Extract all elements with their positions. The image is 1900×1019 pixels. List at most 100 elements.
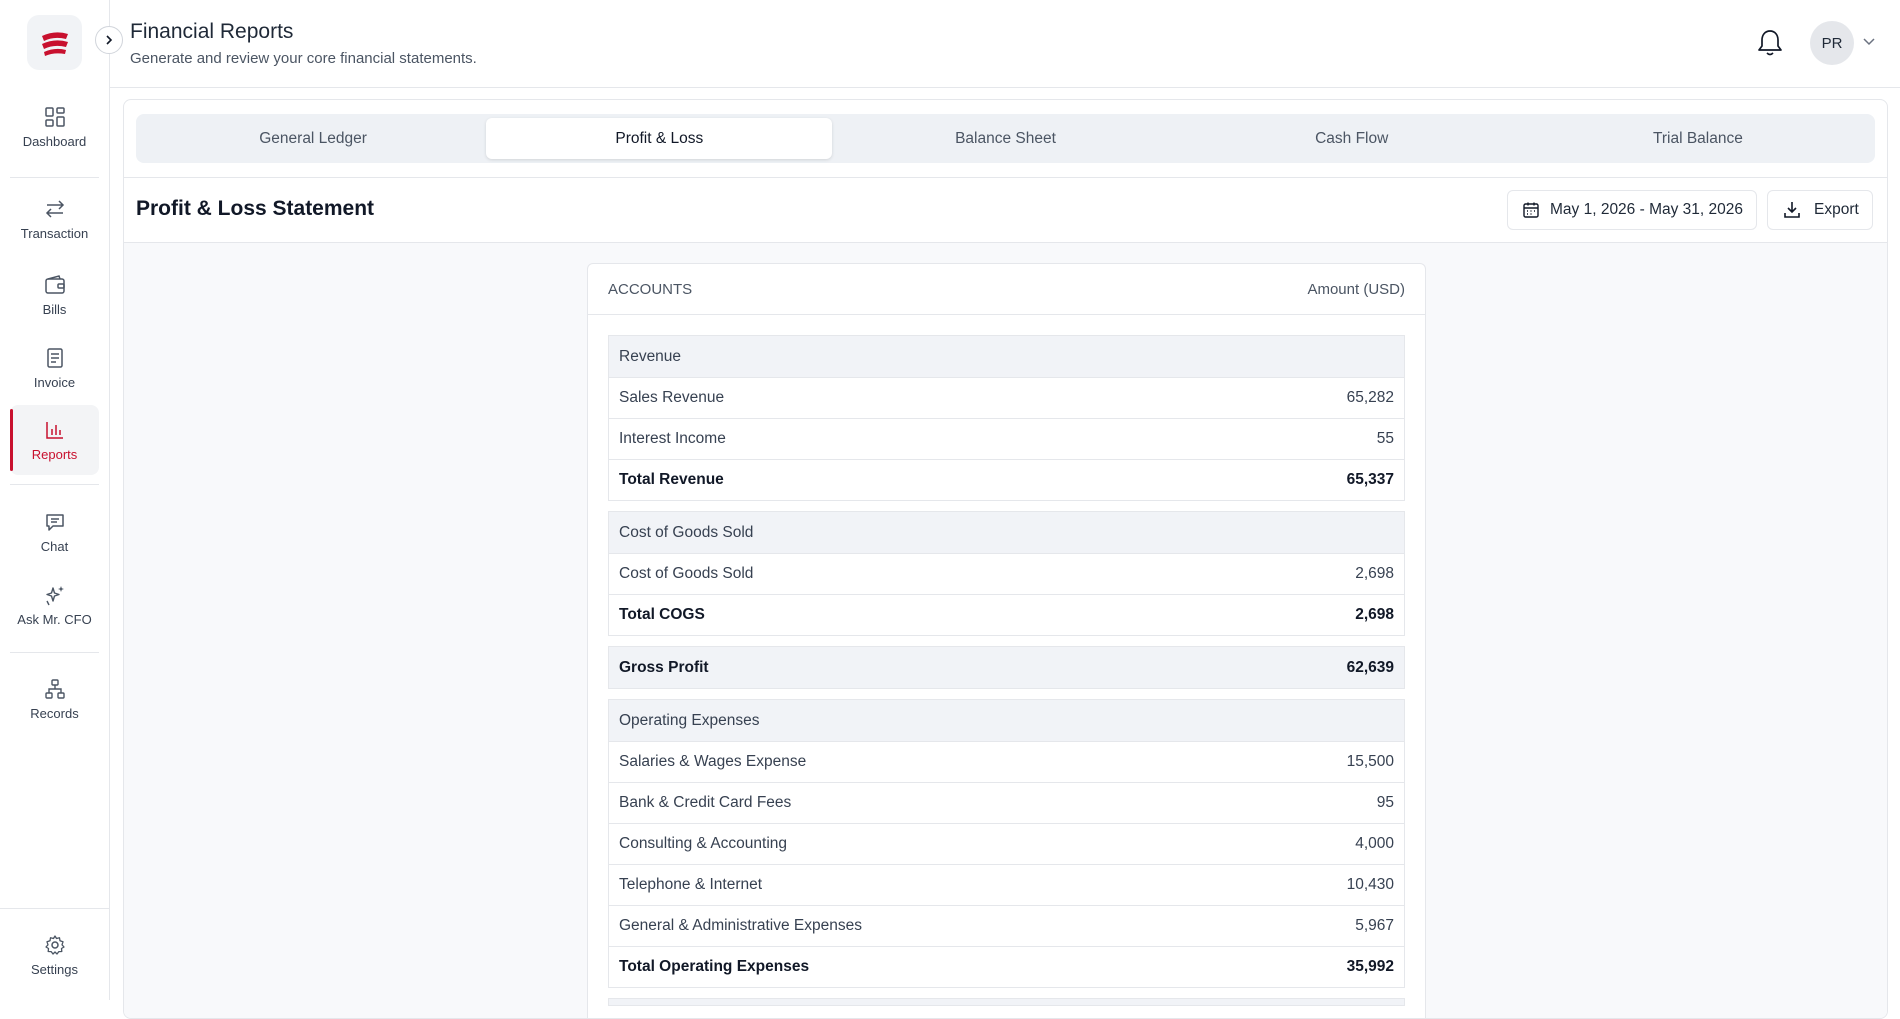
account-name: Cost of Goods Sold xyxy=(619,565,754,582)
table-row[interactable]: Interest Income 55 xyxy=(609,418,1404,459)
sidebar-item-label: Ask Mr. CFO xyxy=(17,611,92,627)
grid-icon xyxy=(44,106,65,127)
table-row[interactable]: General & Administrative Expenses 5,967 xyxy=(609,905,1404,946)
sidebar-item-reports[interactable]: Reports xyxy=(10,405,99,475)
total-label: Total Operating Expenses xyxy=(619,958,810,975)
tab-general-ledger[interactable]: General Ledger xyxy=(140,118,486,159)
account-amount: 65,282 xyxy=(1346,389,1394,406)
divider xyxy=(124,177,1887,178)
arrows-swap-icon xyxy=(45,199,64,218)
section-title: Cost of Goods Sold xyxy=(619,523,754,541)
cogs-section: Cost of Goods Sold Cost of Goods Sold 2,… xyxy=(608,511,1405,636)
table-row[interactable]: Sales Revenue 65,282 xyxy=(609,377,1404,418)
account-name: Salaries & Wages Expense xyxy=(619,753,807,770)
account-amount: 55 xyxy=(1376,430,1394,447)
section-header: Cost of Goods Sold xyxy=(609,512,1404,553)
sidebar-item-label: Bills xyxy=(42,301,67,317)
logo-icon xyxy=(41,31,68,56)
gross-profit-amount: 62,639 xyxy=(1346,658,1394,676)
operating-expenses-section: Operating Expenses Salaries & Wages Expe… xyxy=(608,699,1405,988)
total-amount: 65,337 xyxy=(1346,471,1394,488)
wallet-icon xyxy=(44,274,65,294)
notifications-button[interactable] xyxy=(1756,28,1784,63)
download-icon xyxy=(1784,202,1800,218)
sidebar-item-ask-mr-cfo[interactable]: Ask Mr. CFO xyxy=(10,570,99,640)
column-header-accounts: ACCOUNTS xyxy=(608,280,693,298)
sidebar-item-label: Records xyxy=(30,705,79,721)
sidebar-divider xyxy=(0,908,110,909)
gear-icon xyxy=(44,934,65,955)
account-name: Interest Income xyxy=(619,430,726,447)
page-subtitle: Generate and review your core financial … xyxy=(130,50,477,67)
sidebar: Dashboard Transaction Bills Invoice Repo… xyxy=(0,0,123,1000)
account-amount: 2,698 xyxy=(1355,565,1394,582)
table-header: ACCOUNTS Amount (USD) xyxy=(588,264,1425,315)
section-title: Revenue xyxy=(619,347,682,365)
gross-profit-row: Gross Profit 62,639 xyxy=(609,647,1404,688)
total-row: Total Operating Expenses 35,992 xyxy=(609,946,1404,987)
sidebar-item-settings[interactable]: Settings xyxy=(10,920,99,990)
tab-trial-balance[interactable]: Trial Balance xyxy=(1525,118,1871,159)
top-header: Financial Reports Generate and review yo… xyxy=(110,0,1900,88)
sparkles-icon xyxy=(45,585,64,605)
export-button[interactable]: Export xyxy=(1767,190,1873,230)
sidebar-item-invoice[interactable]: Invoice xyxy=(10,333,99,403)
sidebar-divider xyxy=(10,484,99,485)
sidebar-item-dashboard[interactable]: Dashboard xyxy=(10,92,99,162)
section-header: Operating Expenses xyxy=(609,700,1404,741)
sidebar-item-bills[interactable]: Bills xyxy=(10,260,99,330)
total-label: Total Revenue xyxy=(619,471,724,488)
sidebar-divider xyxy=(10,177,99,178)
statement-title: Profit & Loss Statement xyxy=(136,197,375,220)
gross-profit-label: Gross Profit xyxy=(619,658,709,676)
tab-balance-sheet[interactable]: Balance Sheet xyxy=(832,118,1178,159)
column-header-amount: Amount (USD) xyxy=(1307,280,1405,298)
account-name: Bank & Credit Card Fees xyxy=(619,794,792,811)
account-name: Consulting & Accounting xyxy=(619,835,788,852)
account-amount: 5,967 xyxy=(1355,917,1394,934)
sidebar-item-label: Chat xyxy=(40,538,69,554)
avatar-initials: PR xyxy=(1821,34,1843,52)
reports-card: General Ledger Profit & Loss Balance She… xyxy=(123,99,1888,1019)
chevron-right-icon xyxy=(106,35,113,45)
tab-profit-and-loss[interactable]: Profit & Loss xyxy=(486,118,833,159)
account-amount: 4,000 xyxy=(1355,835,1394,852)
revenue-section: Revenue Sales Revenue 65,282 Interest In… xyxy=(608,335,1405,501)
total-row: Total COGS 2,698 xyxy=(609,594,1404,635)
total-label: Total COGS xyxy=(619,606,705,623)
gross-profit-section: Gross Profit 62,639 xyxy=(608,646,1405,689)
account-menu-toggle[interactable] xyxy=(1862,34,1876,53)
hierarchy-icon xyxy=(44,678,65,699)
tab-cash-flow[interactable]: Cash Flow xyxy=(1179,118,1525,159)
next-section-partial xyxy=(608,998,1405,1006)
sidebar-expand-button[interactable] xyxy=(95,26,123,54)
sidebar-divider xyxy=(10,652,99,653)
table-row[interactable]: Salaries & Wages Expense 15,500 xyxy=(609,741,1404,782)
sidebar-item-chat[interactable]: Chat xyxy=(10,497,99,567)
document-icon xyxy=(46,347,63,368)
total-amount: 35,992 xyxy=(1346,958,1394,975)
section-title: Operating Expenses xyxy=(619,711,760,729)
account-name: Sales Revenue xyxy=(619,389,725,406)
account-amount: 95 xyxy=(1376,794,1394,811)
sidebar-item-transaction[interactable]: Transaction xyxy=(10,184,99,254)
report-tabs: General Ledger Profit & Loss Balance She… xyxy=(136,114,1875,163)
bar-chart-icon xyxy=(45,421,63,439)
table-row[interactable]: Bank & Credit Card Fees 95 xyxy=(609,782,1404,823)
table-row[interactable]: Cost of Goods Sold 2,698 xyxy=(609,553,1404,594)
app-logo[interactable] xyxy=(27,15,82,70)
total-row: Total Revenue 65,337 xyxy=(609,459,1404,500)
table-row[interactable]: Consulting & Accounting 4,000 xyxy=(609,823,1404,864)
calendar-icon xyxy=(1523,202,1539,218)
account-name: Telephone & Internet xyxy=(619,876,763,893)
date-range-label: May 1, 2026 - May 31, 2026 xyxy=(1550,201,1744,218)
chat-icon xyxy=(45,513,64,531)
table-row[interactable]: Telephone & Internet 10,430 xyxy=(609,864,1404,905)
account-amount: 10,430 xyxy=(1346,876,1394,893)
sidebar-item-records[interactable]: Records xyxy=(10,664,99,734)
total-amount: 2,698 xyxy=(1355,606,1394,623)
date-range-picker[interactable]: May 1, 2026 - May 31, 2026 xyxy=(1507,190,1757,230)
avatar[interactable]: PR xyxy=(1810,21,1854,65)
sidebar-item-label: Settings xyxy=(31,961,78,977)
page-title: Financial Reports xyxy=(130,20,294,43)
